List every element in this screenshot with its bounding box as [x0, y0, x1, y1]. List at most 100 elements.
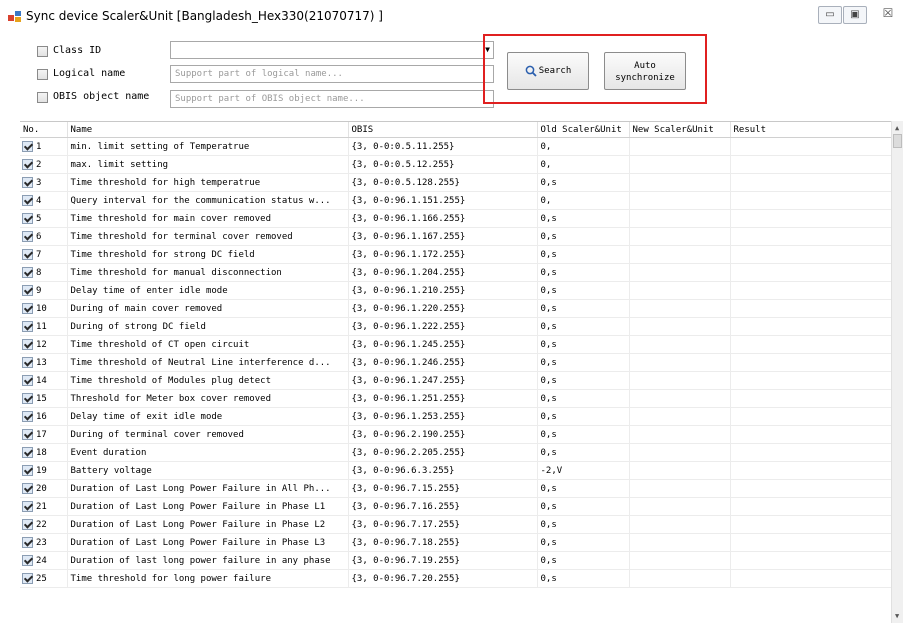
row-no-cell[interactable]: 19 — [20, 461, 68, 480]
row-no-cell[interactable]: 4 — [20, 191, 68, 210]
row-no-cell[interactable]: 25 — [20, 569, 68, 588]
table-row[interactable]: 11 During of strong DC field {3, 0-0:96.1.… — [20, 317, 891, 336]
row-checkbox[interactable] — [22, 519, 33, 530]
row-no-cell[interactable]: 15 — [20, 389, 68, 408]
row-no-cell[interactable]: 3 — [20, 173, 68, 192]
obis-name-checkbox[interactable] — [37, 92, 48, 103]
row-checkbox[interactable] — [22, 249, 33, 260]
row-checkbox[interactable] — [22, 231, 33, 242]
row-no-cell[interactable]: 6 — [20, 227, 68, 246]
row-no-cell[interactable]: 2 — [20, 155, 68, 174]
table-row[interactable]: 20 Duration of Last Long Power Failure in… — [20, 479, 891, 498]
row-no-cell[interactable]: 12 — [20, 335, 68, 354]
row-checkbox[interactable] — [22, 555, 33, 566]
row-checkbox[interactable] — [22, 339, 33, 350]
table-row[interactable]: 1 min. limit setting of Temperatrue {3, 0-… — [20, 137, 891, 156]
row-checkbox[interactable] — [22, 267, 33, 278]
row-checkbox[interactable] — [22, 483, 33, 494]
table-row[interactable]: 9 Delay time of enter idle mode {3, 0-0:96… — [20, 281, 891, 300]
row-no-cell[interactable]: 22 — [20, 515, 68, 534]
maximize-button[interactable]: ▣ — [843, 6, 867, 24]
row-checkbox[interactable] — [22, 177, 33, 188]
row-no-cell[interactable]: 13 — [20, 353, 68, 372]
row-no-cell[interactable]: 16 — [20, 407, 68, 426]
row-no-cell[interactable]: 24 — [20, 551, 68, 570]
column-header-result[interactable]: Result — [730, 122, 891, 138]
row-no-cell[interactable]: 1 — [20, 137, 68, 156]
row-no-cell[interactable]: 9 — [20, 281, 68, 300]
table-row[interactable]: 21 Duration of Last Long Power Failure in… — [20, 497, 891, 516]
row-checkbox[interactable] — [22, 141, 33, 152]
scrollbar-thumb[interactable] — [893, 134, 902, 148]
row-new-scaler-unit-cell — [629, 155, 731, 174]
vertical-scrollbar[interactable]: ▲ ▼ — [891, 121, 903, 623]
scroll-down-icon[interactable]: ▼ — [895, 612, 899, 620]
table-row[interactable]: 10 During of main cover removed {3, 0-0:96… — [20, 299, 891, 318]
row-no-cell[interactable]: 14 — [20, 371, 68, 390]
class-id-checkbox[interactable] — [37, 46, 48, 57]
row-checkbox[interactable] — [22, 375, 33, 386]
row-no-cell[interactable]: 5 — [20, 209, 68, 228]
row-checkbox[interactable] — [22, 321, 33, 332]
table-row[interactable]: 16 Delay time of exit idle mode {3, 0-0:96… — [20, 407, 891, 426]
row-no-cell[interactable]: 10 — [20, 299, 68, 318]
search-button[interactable]: Search — [507, 52, 589, 90]
auto-synchronize-button[interactable]: Auto synchronize — [604, 52, 686, 90]
row-checkbox[interactable] — [22, 537, 33, 548]
table-row[interactable]: 12 Time threshold of CT open circuit {3, 0… — [20, 335, 891, 354]
row-number: 7 — [36, 250, 42, 260]
row-checkbox[interactable] — [22, 159, 33, 170]
row-no-cell[interactable]: 11 — [20, 317, 68, 336]
table-row[interactable]: 25 Time threshold for long power failure{… — [20, 569, 891, 588]
row-obis-cell: {3, 0-0:96.1.172.255} — [348, 245, 538, 264]
scroll-up-icon[interactable]: ▲ — [895, 124, 899, 132]
row-checkbox[interactable] — [22, 195, 33, 206]
row-checkbox[interactable] — [22, 285, 33, 296]
row-checkbox[interactable] — [22, 411, 33, 422]
table-row[interactable]: 18 Event duration {3, 0-0:96.2.205.255} 0,s — [20, 443, 891, 462]
row-checkbox[interactable] — [22, 447, 33, 458]
column-header-no[interactable]: No. — [20, 122, 68, 138]
row-checkbox[interactable] — [22, 303, 33, 314]
row-checkbox[interactable] — [22, 357, 33, 368]
row-no-cell[interactable]: 7 — [20, 245, 68, 264]
row-number: 10 — [36, 304, 47, 314]
table-row[interactable]: 24 Duration of last long power failure in… — [20, 551, 891, 570]
table-row[interactable]: 19 Battery voltage {3, 0-0:96.6.3.255} -2,V — [20, 461, 891, 480]
row-checkbox[interactable] — [22, 429, 33, 440]
table-row[interactable]: 3 Time threshold for high temperatrue {3, … — [20, 173, 891, 192]
column-header-new-scaler-unit[interactable]: New Scaler&Unit — [629, 122, 731, 138]
table-row[interactable]: 23 Duration of Last Long Power Failure in… — [20, 533, 891, 552]
table-row[interactable]: 22 Duration of Last Long Power Failure in… — [20, 515, 891, 534]
column-header-old-scaler-unit[interactable]: Old Scaler&Unit — [537, 122, 630, 138]
table-row[interactable]: 8 Time threshold for manual disconnection… — [20, 263, 891, 282]
table-row[interactable]: 2 max. limit setting {3, 0-0:0.5.12.255} 0, — [20, 155, 891, 174]
column-header-obis[interactable]: OBIS — [348, 122, 538, 138]
row-checkbox[interactable] — [22, 393, 33, 404]
obis-name-input[interactable]: Support part of OBIS object name... — [170, 90, 494, 108]
table-row[interactable]: 15 Threshold for Meter box cover removed{… — [20, 389, 891, 408]
minimize-button[interactable]: ▭ — [818, 6, 842, 24]
table-row[interactable]: 17 During of terminal cover removed {3, 0-… — [20, 425, 891, 444]
row-checkbox[interactable] — [22, 213, 33, 224]
row-no-cell[interactable]: 21 — [20, 497, 68, 516]
row-no-cell[interactable]: 8 — [20, 263, 68, 282]
logical-name-input[interactable]: Support part of logical name... — [170, 65, 494, 83]
row-checkbox[interactable] — [22, 573, 33, 584]
logical-name-checkbox[interactable] — [37, 69, 48, 80]
table-row[interactable]: 13 Time threshold of Neutral Line interfe… — [20, 353, 891, 372]
row-no-cell[interactable]: 23 — [20, 533, 68, 552]
table-row[interactable]: 4 Query interval for the communication st… — [20, 191, 891, 210]
row-no-cell[interactable]: 18 — [20, 443, 68, 462]
table-row[interactable]: 14 Time threshold of Modules plug detect{… — [20, 371, 891, 390]
row-no-cell[interactable]: 20 — [20, 479, 68, 498]
class-id-combobox[interactable]: ▼ — [170, 41, 494, 59]
row-no-cell[interactable]: 17 — [20, 425, 68, 444]
table-row[interactable]: 7 Time threshold for strong DC field {3, 0… — [20, 245, 891, 264]
table-row[interactable]: 5 Time threshold for main cover removed {3… — [20, 209, 891, 228]
row-checkbox[interactable] — [22, 501, 33, 512]
table-row[interactable]: 6 Time threshold for terminal cover remov… — [20, 227, 891, 246]
column-header-name[interactable]: Name — [67, 122, 349, 138]
close-button[interactable]: ☒ — [876, 6, 900, 24]
row-checkbox[interactable] — [22, 465, 33, 476]
